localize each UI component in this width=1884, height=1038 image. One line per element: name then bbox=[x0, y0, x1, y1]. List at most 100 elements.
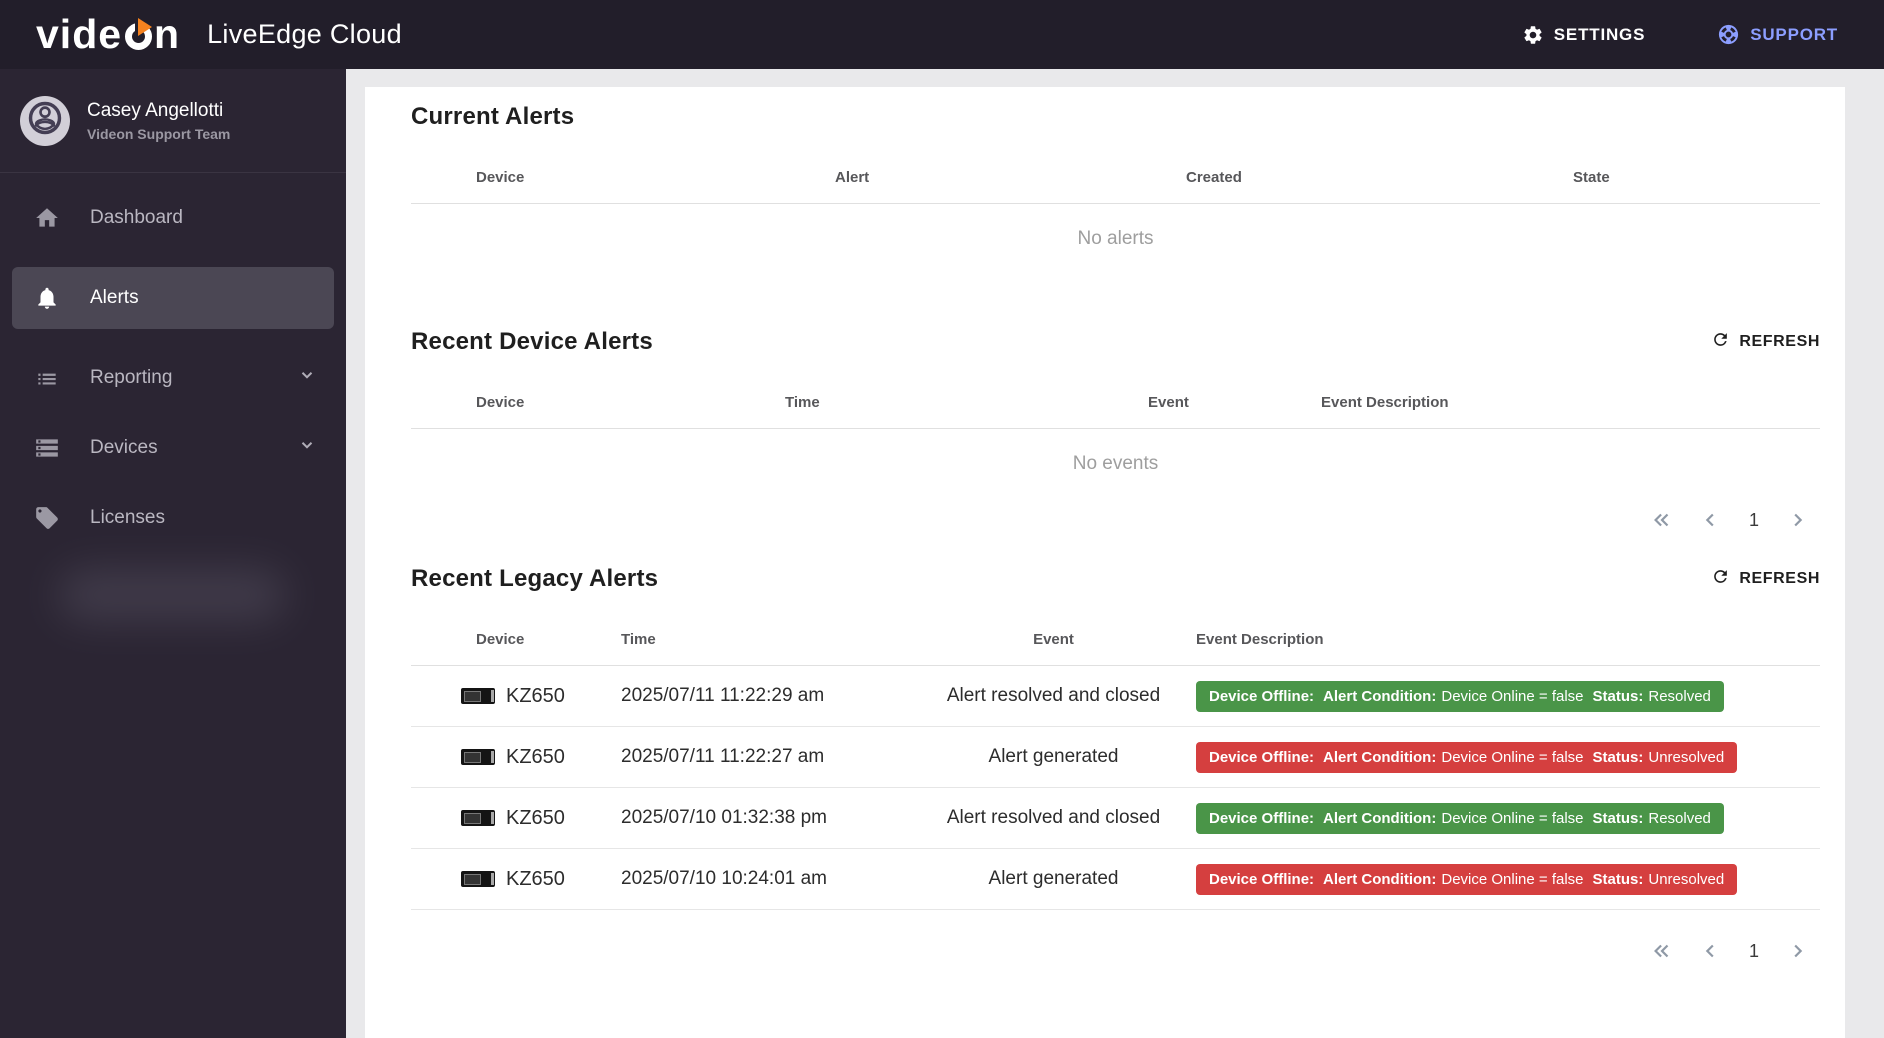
refresh-device-alerts-button[interactable]: REFRESH bbox=[1711, 330, 1820, 354]
section-title-recent-legacy-alerts: Recent Legacy Alerts bbox=[411, 565, 659, 592]
device-name: KZ650 bbox=[506, 684, 565, 707]
event-description-cell: Device Offline: Alert Condition: Device On… bbox=[1196, 802, 1820, 834]
account-circle-icon bbox=[27, 100, 63, 141]
prev-page-button[interactable] bbox=[1700, 940, 1722, 962]
refresh-icon bbox=[1711, 567, 1730, 591]
alerts-card: Current Alerts Device Alert Created State N… bbox=[365, 87, 1845, 1038]
column-header: Created bbox=[1186, 169, 1242, 186]
list-icon bbox=[34, 365, 60, 391]
sidebar-item-label: Licenses bbox=[90, 507, 165, 528]
event-cell: Alert resolved and closed bbox=[946, 807, 1161, 828]
recent-legacy-alerts-section: Recent Legacy Alerts REFRESH Device Time E… bbox=[411, 565, 1820, 962]
next-page-button[interactable] bbox=[1786, 509, 1808, 531]
sidebar-item-label: Dashboard bbox=[90, 207, 183, 228]
column-header: Alert bbox=[835, 169, 870, 186]
device-thumbnail-icon bbox=[461, 688, 495, 704]
next-page-button[interactable] bbox=[1786, 940, 1808, 962]
table-row[interactable]: KZ650 2025/07/10 01:32:38 pm Alert resol… bbox=[411, 788, 1820, 849]
device-cell: KZ650 bbox=[461, 746, 621, 769]
sidebar: Casey Angellotti Videon Support Team Das… bbox=[0, 69, 346, 1038]
sidebar-item-reporting[interactable]: Reporting bbox=[12, 347, 334, 409]
device-cell: KZ650 bbox=[461, 685, 621, 708]
refresh-label: REFRESH bbox=[1739, 333, 1820, 350]
legacy-alerts-rows: KZ650 2025/07/11 11:22:29 am Alert resol… bbox=[411, 666, 1820, 910]
column-header: Event Description bbox=[1321, 394, 1449, 411]
column-header: Event bbox=[1033, 631, 1074, 648]
sidebar-item-label: Devices bbox=[90, 437, 158, 458]
status-badge: Device Offline: Alert Condition: Device On… bbox=[1196, 680, 1724, 712]
sidebar-item-alerts[interactable]: Alerts bbox=[12, 267, 334, 329]
device-thumbnail-icon bbox=[461, 749, 495, 765]
current-alerts-section: Current Alerts Device Alert Created State N… bbox=[411, 103, 1820, 254]
status-badge: Device Offline: Alert Condition: Device On… bbox=[1196, 863, 1738, 895]
time-cell: 2025/07/10 10:24:01 am bbox=[621, 868, 828, 889]
sidebar-item-licenses[interactable]: Licenses bbox=[12, 487, 334, 549]
event-description-cell: Device Offline: Alert Condition: Device On… bbox=[1196, 741, 1820, 773]
prev-page-button[interactable] bbox=[1700, 509, 1722, 531]
device-thumbnail-icon bbox=[461, 871, 495, 887]
current-alerts-empty-text: No alerts bbox=[1077, 228, 1154, 249]
page-number: 1 bbox=[1748, 940, 1759, 961]
user-team: Videon Support Team bbox=[87, 125, 231, 142]
status-badge: Device Offline: Alert Condition: Device On… bbox=[1196, 802, 1724, 834]
user-name: Casey Angellotti bbox=[87, 99, 224, 121]
section-title-current-alerts: Current Alerts bbox=[411, 103, 575, 130]
topbar-actions: SETTINGS SUPPORT bbox=[1522, 23, 1838, 46]
sidebar-item-devices[interactable]: Devices bbox=[12, 417, 334, 479]
refresh-label: REFRESH bbox=[1739, 570, 1820, 587]
column-header: Event Description bbox=[1196, 631, 1324, 648]
server-stack-icon bbox=[34, 435, 60, 461]
time-cell: 2025/07/11 11:22:27 am bbox=[621, 746, 825, 767]
column-header: Device bbox=[476, 631, 525, 648]
column-header: State bbox=[1573, 169, 1610, 186]
page-number: 1 bbox=[1748, 509, 1759, 530]
event-description-cell: Device Offline: Alert Condition: Device On… bbox=[1196, 680, 1820, 712]
device-thumbnail-icon bbox=[461, 810, 495, 826]
device-alerts-empty-text: No events bbox=[1072, 453, 1159, 474]
column-header: Event bbox=[1148, 394, 1189, 411]
legacy-alerts-pagination: 1 bbox=[411, 940, 1820, 962]
lifebuoy-icon bbox=[1717, 23, 1740, 46]
device-name: KZ650 bbox=[506, 745, 565, 768]
sidebar-item-label: Reporting bbox=[90, 367, 173, 388]
device-cell: KZ650 bbox=[461, 807, 621, 830]
device-name: KZ650 bbox=[506, 806, 565, 829]
event-description-cell: Device Offline: Alert Condition: Device On… bbox=[1196, 863, 1820, 895]
refresh-icon bbox=[1711, 330, 1730, 354]
support-label: SUPPORT bbox=[1750, 24, 1838, 44]
redacted-blur bbox=[58, 569, 286, 621]
avatar[interactable] bbox=[20, 95, 70, 146]
user-profile: Casey Angellotti Videon Support Team bbox=[0, 69, 346, 173]
first-page-button[interactable] bbox=[1651, 509, 1673, 531]
time-cell: 2025/07/11 11:22:29 am bbox=[621, 685, 825, 706]
event-cell: Alert generated bbox=[988, 868, 1119, 889]
tag-icon bbox=[34, 505, 60, 531]
top-bar: vide n LiveEdge Cloud SETTINGS SUPPORT bbox=[0, 0, 1884, 69]
logo-text: vide n bbox=[36, 11, 181, 57]
recent-device-alerts-section: Recent Device Alerts REFRESH Device Time E… bbox=[411, 328, 1820, 531]
event-cell: Alert resolved and closed bbox=[946, 685, 1161, 706]
table-row[interactable]: KZ650 2025/07/11 11:22:29 am Alert resol… bbox=[411, 666, 1820, 727]
refresh-legacy-alerts-button[interactable]: REFRESH bbox=[1711, 567, 1820, 591]
status-badge: Device Offline: Alert Condition: Device On… bbox=[1196, 741, 1738, 773]
logo-o-play-icon bbox=[125, 18, 153, 50]
support-button[interactable]: SUPPORT bbox=[1717, 23, 1838, 46]
time-cell: 2025/07/10 01:32:38 pm bbox=[621, 807, 828, 828]
settings-button[interactable]: SETTINGS bbox=[1522, 24, 1645, 46]
section-title-recent-device-alerts: Recent Device Alerts bbox=[411, 328, 653, 355]
app-title: LiveEdge Cloud bbox=[207, 19, 402, 49]
column-header: Device bbox=[476, 169, 525, 186]
sidebar-item-dashboard[interactable]: Dashboard bbox=[12, 187, 334, 249]
main-area: Current Alerts Device Alert Created State N… bbox=[346, 69, 1884, 1038]
first-page-button[interactable] bbox=[1651, 940, 1673, 962]
device-alerts-pagination: 1 bbox=[411, 509, 1820, 531]
table-row[interactable]: KZ650 2025/07/10 10:24:01 am Alert gener… bbox=[411, 849, 1820, 910]
videon-logo[interactable]: vide n LiveEdge Cloud bbox=[36, 11, 402, 58]
column-header: Time bbox=[785, 394, 820, 411]
table-row[interactable]: KZ650 2025/07/11 11:22:27 am Alert gener… bbox=[411, 727, 1820, 788]
sidebar-nav: Dashboard Alerts Reporting Devices Licen… bbox=[0, 173, 346, 549]
column-header: Time bbox=[621, 631, 656, 648]
legacy-alerts-header-row: Device Time Event Event Description bbox=[411, 631, 1820, 666]
device-alerts-header-row: Device Time Event Event Description bbox=[411, 394, 1820, 429]
gear-icon bbox=[1522, 24, 1544, 46]
